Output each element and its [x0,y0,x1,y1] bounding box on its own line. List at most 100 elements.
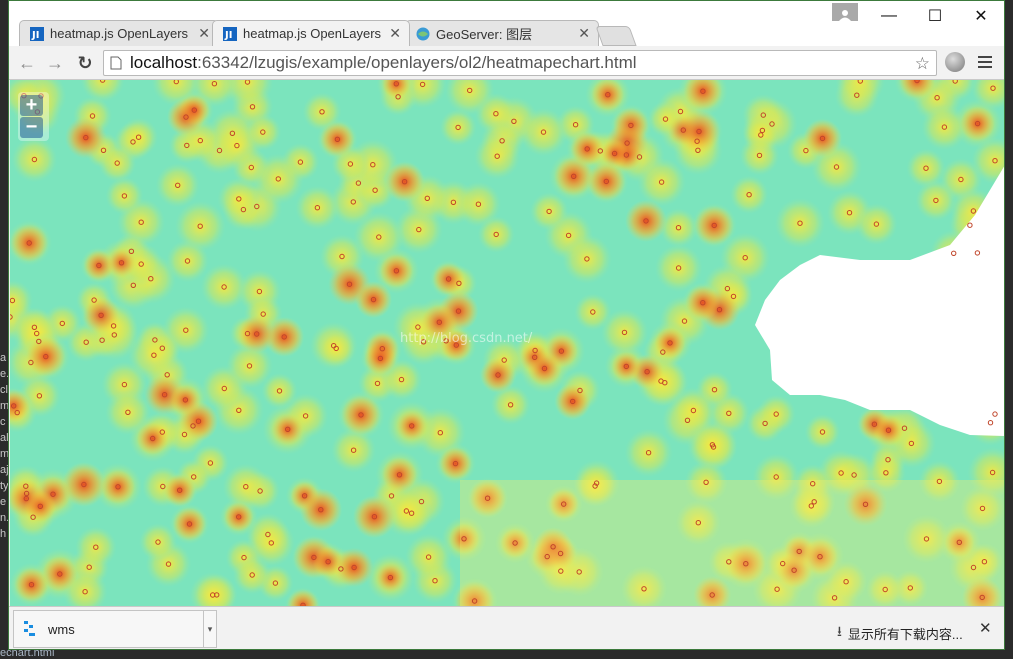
heat-hotspot [375,562,406,593]
heat-blob [244,113,282,151]
browser-window: JI heatmap.js OpenLayers ✕ JI heatmap.js… [8,0,1005,650]
close-tab-icon[interactable]: ✕ [198,25,210,42]
forward-button[interactable]: → [43,52,67,74]
extension-icon[interactable] [945,52,965,72]
map-viewport[interactable]: http://blog.csdn.net/ + − [10,80,1004,606]
heat-hotspot [873,415,904,446]
heat-blob [474,133,521,180]
heat-hotspot [677,110,721,153]
heat-hotspot [694,205,734,246]
heat-blob [295,185,340,230]
heatmap-layer: http://blog.csdn.net/ [10,80,1004,606]
heat-hotspot [172,507,207,541]
tab-title: GeoServer: 图层 [436,27,533,42]
close-tab-icon[interactable]: ✕ [578,25,590,42]
heat-hotspot [26,336,66,377]
webstorm-icon: JI [223,26,237,41]
heat-hotspot [803,119,842,158]
heat-blob [139,523,177,561]
tab-geoserver[interactable]: GeoServer: 图层 ✕ [405,20,599,46]
heat-blob [739,135,780,176]
heat-hotspot [237,314,276,354]
address-bar[interactable]: localhost:63342/lzugis/example/openlayer… [103,50,937,76]
heat-hotspot [341,395,381,435]
heat-hotspot [10,224,49,262]
heat-blob [189,571,236,606]
heat-hotspot [272,413,304,445]
heat-hotspot [591,80,624,111]
heat-blob [519,107,568,157]
heat-blob [174,200,226,252]
heat-hotspot [480,357,516,393]
heat-blob [529,192,569,231]
minimize-button[interactable]: — [866,1,912,31]
heat-hotspot [163,474,196,507]
tab-title: heatmap.js OpenLayers [50,26,189,41]
tab-strip: JI heatmap.js OpenLayers ✕ JI heatmap.js… [9,1,1004,46]
heat-blob [774,197,826,249]
heat-blob [624,428,673,477]
heat-hotspot [320,122,355,157]
zoom-out-button[interactable]: − [20,117,43,138]
heat-blob [155,163,200,208]
heat-hotspot [299,488,342,531]
heat-hotspot [224,502,254,532]
download-bar: wms ▾ ⭳ 显示所有下载内容... ✕ [9,606,1004,649]
browser-toolbar: ← → ↻ localhost:63342/lzugis/example/ope… [9,46,1004,80]
bookmark-star-icon[interactable]: ☆ [915,54,930,74]
download-filename: wms [48,621,75,637]
heat-blob [855,203,898,246]
heat-blob [128,329,180,381]
heat-hotspot [334,547,374,588]
zoom-in-button[interactable]: + [20,95,43,116]
heat-hotspot [432,263,465,295]
chevron-down-icon[interactable]: ▾ [203,611,216,647]
heat-hotspot [178,94,210,126]
page-icon [110,56,122,70]
heat-blob [252,153,304,205]
ide-left-gutter: ae.clmcalmajtyen.h [0,352,8,540]
close-tab-icon[interactable]: ✕ [389,25,401,42]
back-button[interactable]: ← [15,52,39,74]
profile-icon[interactable] [832,3,858,21]
file-icon [24,621,36,637]
tab-title: heatmap.js OpenLayers [243,26,382,41]
close-download-bar-icon[interactable]: ✕ [979,619,992,637]
heat-blob [756,394,796,434]
heat-blob [405,533,453,581]
watermark-text: http://blog.csdn.net/ [400,331,533,346]
heat-hotspot [136,422,169,455]
heat-blob [804,414,841,450]
heat-hotspot [396,410,427,442]
heat-hotspot [379,254,414,288]
heat-blob [670,387,717,434]
heat-hotspot [685,285,721,321]
tab-heatmap-1[interactable]: JI heatmap.js OpenLayers ✕ [19,20,219,46]
heat-blob [562,234,612,284]
window-controls: — ☐ ✕ [866,1,1004,31]
tab-heatmap-2[interactable]: JI heatmap.js OpenLayers ✕ [212,20,410,46]
heat-hotspot [587,162,626,201]
download-item[interactable]: wms ▾ [13,610,217,648]
heat-blob [11,136,58,183]
geoserver-icon [416,27,430,40]
new-tab-button[interactable] [595,26,637,46]
heat-hotspot [439,447,472,480]
close-window-button[interactable]: ✕ [958,1,1004,31]
heat-hotspot [554,383,591,420]
menu-icon[interactable] [978,51,996,73]
heat-hotspot [611,352,641,381]
heat-hotspot [64,116,107,159]
heat-hotspot [107,248,136,278]
maximize-button[interactable]: ☐ [912,1,958,31]
heat-blob [105,177,144,215]
heat-blob [119,117,159,157]
heat-blob [317,329,355,367]
reload-button[interactable]: ↻ [73,52,97,74]
show-all-downloads-link[interactable]: ⭳ 显示所有下载内容... [837,621,963,645]
heat-blob [600,308,649,357]
heat-blob [222,463,270,511]
heat-hotspot [654,327,686,359]
heat-hotspot [960,106,995,141]
webstorm-icon: JI [30,26,44,41]
